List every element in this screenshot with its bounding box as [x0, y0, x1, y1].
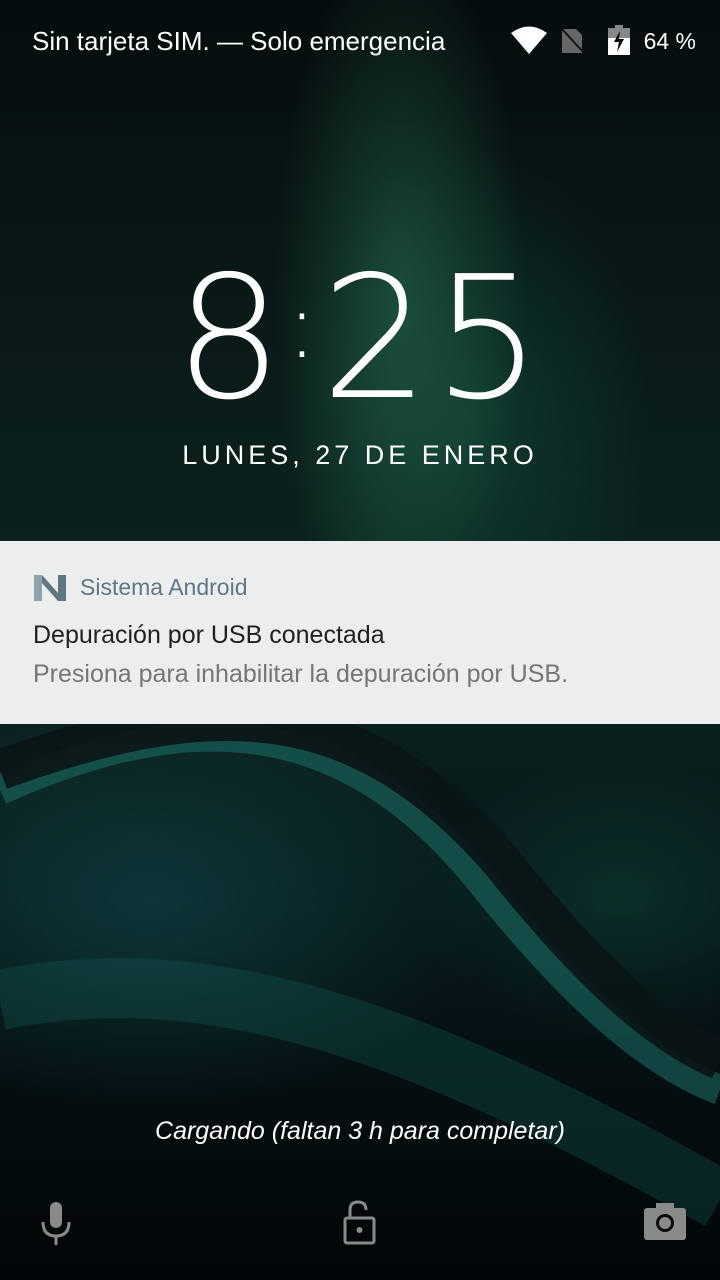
unlock-icon[interactable]: [342, 1200, 378, 1246]
clock-minutes: 25: [321, 240, 546, 438]
notification-app-name: Sistema Android: [80, 574, 248, 600]
notification-title: Depuración por USB conectada: [33, 621, 385, 649]
battery-charging-icon: [608, 25, 630, 55]
wifi-icon: [511, 26, 547, 54]
notification-text: Presiona para inhabilitar la depuración …: [33, 660, 569, 688]
battery-percent: 64 %: [643, 28, 696, 54]
android-n-icon: [34, 574, 66, 601]
lock-clock: 8:25: [174, 240, 546, 438]
charging-status: Cargando (faltan 3 h para completar): [155, 1117, 565, 1145]
notification-header: Sistema Android: [34, 574, 247, 601]
mic-icon[interactable]: [40, 1202, 72, 1246]
no-sim-icon: [560, 27, 586, 55]
status-bar: Sin tarjeta SIM. — Solo emergencia 64 %: [0, 0, 720, 80]
carrier-text: Sin tarjeta SIM. — Solo emergencia: [32, 26, 446, 56]
clock-hours: 8: [174, 240, 287, 438]
camera-icon[interactable]: [644, 1203, 686, 1241]
lock-date: LUNES, 27 DE ENERO: [182, 440, 538, 470]
